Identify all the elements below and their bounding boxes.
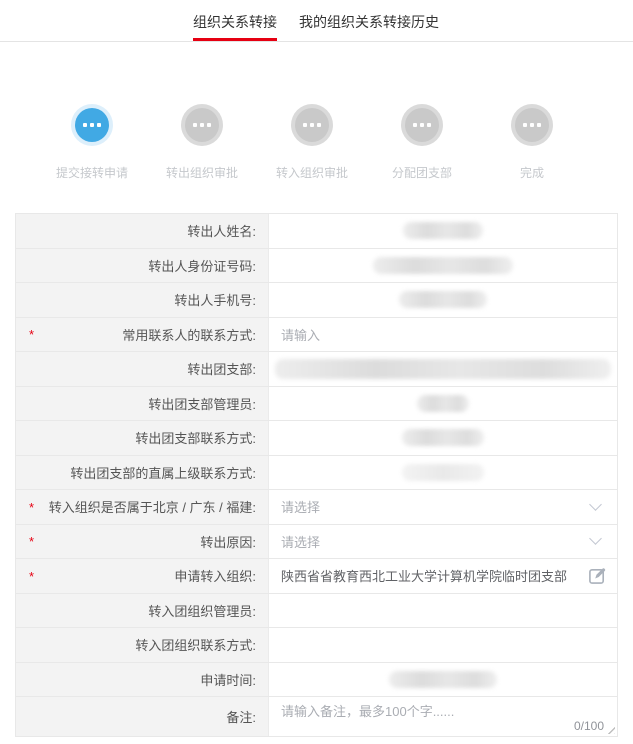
step-label: 完成 [520, 164, 544, 181]
field-label: 转出团支部的直属上级联系方式: [70, 463, 256, 482]
stepper: 提交接转申请 转出组织审批 转入组织审批 分配团支部 完成 [37, 104, 587, 181]
contact-method-input[interactable]: 请输入 [269, 318, 617, 352]
required-asterisk: * [29, 569, 34, 584]
target-org-value: 陕西省省教育西北工业大学计算机学院临时团支部 [281, 566, 567, 585]
row-outgoing-branch-contact: 转出团支部联系方式: [16, 421, 617, 456]
char-counter: 0/100 [574, 719, 604, 733]
row-incoming-org-contact: 转入团组织联系方式: [16, 628, 617, 663]
row-phone-number: 转出人手机号: [16, 283, 617, 318]
tab-bar: 组织关系转接 我的组织关系转接历史 [0, 0, 633, 42]
tab-org-transfer[interactable]: 组织关系转接 [193, 0, 277, 41]
edit-target-org-button[interactable] [586, 565, 608, 587]
row-incoming-org-admin: 转入团组织管理员: [16, 594, 617, 629]
step-label: 提交接转申请 [56, 164, 128, 181]
required-asterisk: * [29, 500, 34, 515]
row-transfer-reason-select: * 转出原因: 请选择 [16, 525, 617, 560]
step-pending-icon [295, 108, 329, 142]
field-label: 转出团支部管理员: [148, 394, 256, 413]
redacted-value [417, 395, 469, 412]
select-placeholder: 请选择 [281, 532, 320, 551]
region-select[interactable]: 请选择 [269, 490, 617, 524]
row-remarks: 备注: 请输入备注，最多100个字...... 0/100 [16, 697, 617, 737]
tab-transfer-history[interactable]: 我的组织关系转接历史 [299, 0, 439, 41]
field-label: 转出团支部联系方式: [135, 428, 256, 447]
row-contact-method: * 常用联系人的联系方式: 请输入 [16, 318, 617, 353]
redacted-value [389, 671, 497, 688]
field-label: 转出原因: [200, 532, 256, 551]
textarea-placeholder: 请输入备注，最多100个字...... [281, 704, 454, 719]
step-label: 转入组织审批 [276, 164, 348, 181]
transfer-reason-select[interactable]: 请选择 [269, 525, 617, 559]
field-label: 备注: [226, 707, 256, 726]
row-target-org: * 申请转入组织: 陕西省省教育西北工业大学计算机学院临时团支部 [16, 559, 617, 594]
step-complete: 完成 [477, 104, 587, 181]
resize-handle[interactable] [605, 724, 615, 734]
field-label: 转入团组织联系方式: [135, 635, 256, 654]
redacted-value [399, 291, 487, 308]
field-label: 转入团组织管理员: [148, 601, 256, 620]
page: 组织关系转接 我的组织关系转接历史 提交接转申请 转出组织审批 转入组织审批 [0, 0, 633, 737]
field-label: 常用联系人的联系方式: [122, 325, 256, 344]
select-placeholder: 请选择 [281, 497, 320, 516]
field-label: 转出团支部: [187, 359, 256, 378]
input-placeholder: 请输入 [281, 325, 320, 344]
step-outgoing-org-approval: 转出组织审批 [147, 104, 257, 181]
step-assign-branch: 分配团支部 [367, 104, 477, 181]
redacted-value [403, 222, 483, 239]
chevron-down-icon [589, 498, 602, 511]
step-pending-icon [185, 108, 219, 142]
step-pending-icon [405, 108, 439, 142]
field-label: 申请转入组织: [174, 566, 256, 585]
chevron-down-icon [589, 532, 602, 545]
row-outgoing-branch-admin: 转出团支部管理员: [16, 387, 617, 422]
row-outgoing-branch-superior-contact: 转出团支部的直属上级联系方式: [16, 456, 617, 491]
required-asterisk: * [29, 534, 34, 549]
step-label: 分配团支部 [392, 164, 452, 181]
transfer-form: 转出人姓名: 转出人身份证号码: 转出人手机号: * [15, 213, 618, 737]
field-label: 转入组织是否属于北京 / 广东 / 福建: [49, 497, 256, 516]
required-asterisk: * [29, 327, 34, 342]
redacted-value [402, 429, 484, 446]
step-active-icon [75, 108, 109, 142]
redacted-value [373, 257, 513, 274]
field-label: 转出人身份证号码: [148, 256, 256, 275]
row-outgoing-branch: 转出团支部: [16, 352, 617, 387]
row-id-number: 转出人身份证号码: [16, 249, 617, 284]
step-incoming-org-approval: 转入组织审批 [257, 104, 367, 181]
step-pending-icon [515, 108, 549, 142]
field-label: 转出人手机号: [174, 290, 256, 309]
step-label: 转出组织审批 [166, 164, 238, 181]
field-label: 转出人姓名: [187, 221, 256, 240]
redacted-value [275, 359, 611, 379]
field-label: 申请时间: [200, 670, 256, 689]
step-submit-application: 提交接转申请 [37, 104, 147, 181]
remarks-textarea[interactable]: 请输入备注，最多100个字...... 0/100 [269, 697, 617, 736]
redacted-value [402, 464, 484, 481]
edit-icon [588, 566, 607, 585]
row-region-select: * 转入组织是否属于北京 / 广东 / 福建: 请选择 [16, 490, 617, 525]
row-apply-time: 申请时间: [16, 663, 617, 698]
row-transfer-name: 转出人姓名: [16, 214, 617, 249]
